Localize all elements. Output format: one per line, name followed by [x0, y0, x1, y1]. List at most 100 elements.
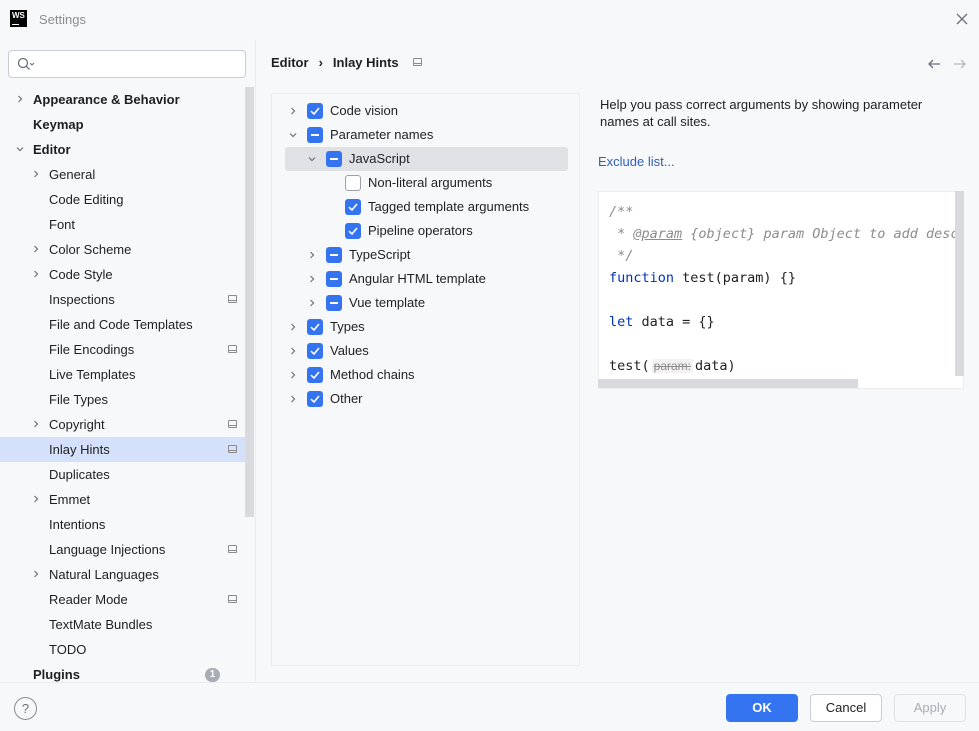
code-preview[interactable]: /** * @param {object} param Object to ad… [598, 191, 964, 389]
checkbox[interactable] [326, 151, 342, 167]
chevron-right-icon[interactable] [307, 250, 317, 260]
hint-row-javascript[interactable]: JavaScript [285, 147, 568, 171]
chevron-right-icon[interactable] [288, 106, 298, 116]
code-line: */ [609, 248, 634, 264]
forward-arrow-icon[interactable] [953, 57, 967, 71]
chevron-right-icon[interactable] [15, 94, 25, 104]
chevron-down-icon[interactable] [288, 130, 298, 140]
back-arrow-icon[interactable] [927, 57, 941, 71]
search-input[interactable] [39, 55, 239, 73]
code-vertical-scrollbar[interactable] [955, 191, 964, 376]
checkbox[interactable] [326, 247, 342, 263]
sidebar-item-label: TODO [49, 642, 87, 657]
checkbox[interactable] [307, 319, 323, 335]
hint-label: Angular HTML template [349, 271, 486, 286]
sidebar-item-code-editing[interactable]: Code Editing [0, 187, 244, 212]
checkmark-icon [348, 203, 358, 212]
chevron-right-icon[interactable] [31, 569, 41, 579]
project-level-icon [228, 545, 237, 553]
settings-tree: Appearance & Behavior Keymap Editor General… [0, 87, 255, 682]
checkbox[interactable] [307, 127, 323, 143]
chevron-right-icon[interactable] [288, 346, 298, 356]
sidebar-item-appearance-behavior[interactable]: Appearance & Behavior [0, 87, 244, 112]
breadcrumb-parent[interactable]: Editor [271, 55, 309, 70]
project-level-icon [228, 595, 237, 603]
ok-button[interactable]: OK [726, 694, 798, 722]
breadcrumb: Editor › Inlay Hints [271, 55, 399, 70]
code-horizontal-scrollbar[interactable] [598, 379, 858, 388]
checkbox[interactable] [307, 391, 323, 407]
sidebar-item-file-encodings[interactable]: File Encodings [0, 337, 244, 362]
chevron-right-icon[interactable] [307, 298, 317, 308]
sidebar-item-general[interactable]: General [0, 162, 244, 187]
sidebar-item-copyright[interactable]: Copyright [0, 412, 244, 437]
webstorm-logo-icon: WS [10, 10, 27, 27]
project-level-icon [228, 445, 237, 453]
chevron-down-icon[interactable] [15, 144, 25, 154]
help-button[interactable]: ? [14, 697, 37, 720]
sidebar-item-label: Plugins [33, 667, 80, 682]
chevron-right-icon[interactable] [288, 394, 298, 404]
chevron-right-icon[interactable] [31, 419, 41, 429]
sidebar-item-reader-mode[interactable]: Reader Mode [0, 587, 244, 612]
hint-label: Code vision [330, 103, 398, 118]
sidebar-item-font[interactable]: Font [0, 212, 244, 237]
sidebar-item-emmet[interactable]: Emmet [0, 487, 244, 512]
hint-label: Tagged template arguments [368, 199, 530, 214]
settings-search-box[interactable] [8, 50, 246, 78]
chevron-down-icon[interactable] [307, 154, 317, 164]
sidebar-item-inlay-hints[interactable]: Inlay Hints [0, 437, 254, 462]
checkbox[interactable] [345, 175, 361, 191]
checkbox[interactable] [326, 271, 342, 287]
close-icon[interactable] [953, 10, 971, 28]
chevron-right-icon[interactable] [31, 269, 41, 279]
sidebar-item-file-and-code-templates[interactable]: File and Code Templates [0, 312, 244, 337]
sidebar-item-label: Color Scheme [49, 242, 132, 257]
chevron-right-icon[interactable] [31, 494, 41, 504]
chevron-right-icon[interactable] [307, 274, 317, 284]
chevron-right-icon[interactable] [288, 322, 298, 332]
hint-label: JavaScript [349, 151, 410, 166]
sidebar-item-label: Copyright [49, 417, 105, 432]
sidebar-item-label: TextMate Bundles [49, 617, 153, 632]
search-icon [17, 57, 35, 70]
sidebar-scrollbar[interactable] [245, 87, 254, 517]
sidebar-item-keymap[interactable]: Keymap [0, 112, 244, 137]
checkbox[interactable] [307, 367, 323, 383]
sidebar-item-label: Keymap [33, 117, 84, 132]
sidebar-item-live-templates[interactable]: Live Templates [0, 362, 244, 387]
checkbox[interactable] [345, 223, 361, 239]
sidebar-item-language-injections[interactable]: Language Injections [0, 537, 244, 562]
window-title: Settings [39, 12, 86, 27]
hint-label: Pipeline operators [368, 223, 473, 238]
sidebar-item-natural-languages[interactable]: Natural Languages [0, 562, 244, 587]
sidebar-item-textmate-bundles[interactable]: TextMate Bundles [0, 612, 244, 637]
sidebar-item-editor[interactable]: Editor [0, 137, 244, 162]
checkbox[interactable] [326, 295, 342, 311]
chevron-right-icon[interactable] [31, 169, 41, 179]
sidebar-item-intentions[interactable]: Intentions [0, 512, 244, 537]
sidebar-item-plugins[interactable]: Plugins 1 [0, 662, 244, 687]
sidebar-item-duplicates[interactable]: Duplicates [0, 462, 244, 487]
project-level-icon [228, 295, 237, 303]
sidebar-item-inspections[interactable]: Inspections [0, 287, 244, 312]
sidebar-item-color-scheme[interactable]: Color Scheme [0, 237, 244, 262]
checkbox[interactable] [345, 199, 361, 215]
exclude-list-link[interactable]: Exclude list... [598, 154, 675, 169]
chevron-right-icon[interactable] [288, 370, 298, 380]
sidebar-item-file-types[interactable]: File Types [0, 387, 244, 412]
cancel-button[interactable]: Cancel [810, 694, 882, 722]
sidebar-item-code-style[interactable]: Code Style [0, 262, 244, 287]
sidebar-item-label: Live Templates [49, 367, 136, 382]
title-bar: WS Settings [0, 0, 979, 40]
hint-description: Help you pass correct arguments by showi… [600, 97, 923, 129]
hint-label: TypeScript [349, 247, 411, 262]
hint-label: Method chains [330, 367, 415, 382]
sidebar-item-todo[interactable]: TODO [0, 637, 244, 662]
project-level-icon [413, 58, 422, 66]
checkbox[interactable] [307, 343, 323, 359]
chevron-right-icon[interactable] [31, 244, 41, 254]
sidebar-item-label: Code Style [49, 267, 113, 282]
apply-button[interactable]: Apply [894, 694, 966, 722]
checkbox[interactable] [307, 103, 323, 119]
